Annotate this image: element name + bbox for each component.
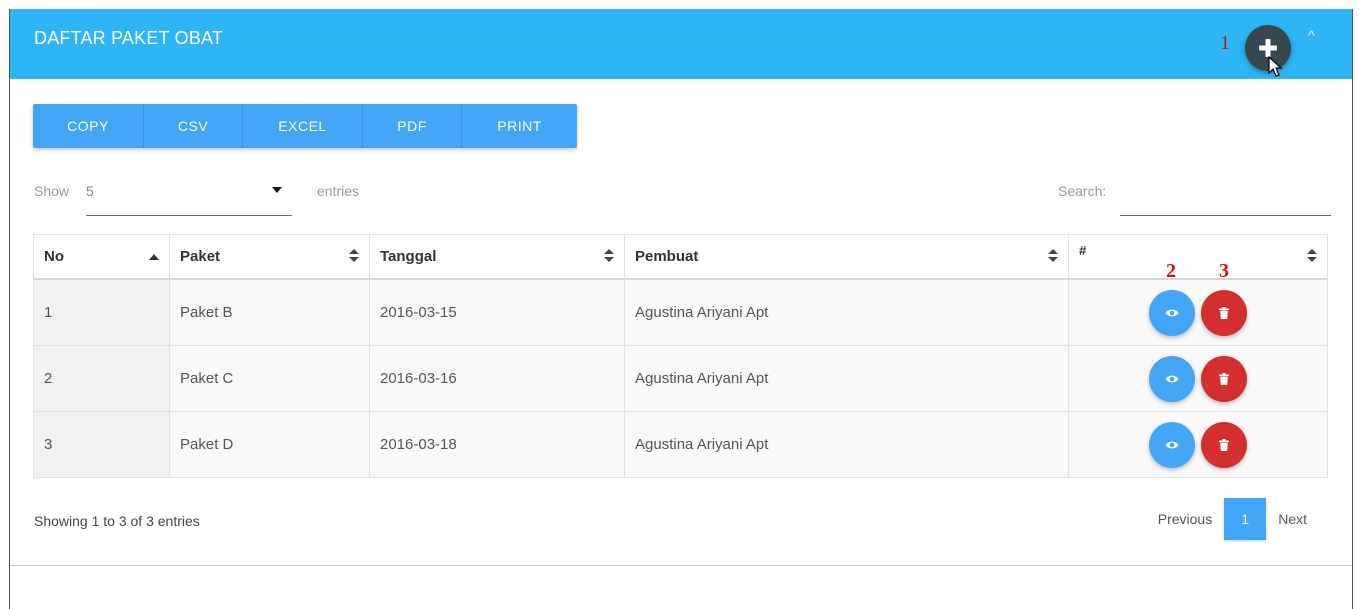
sort-icon (1307, 249, 1317, 263)
eye-icon (1165, 375, 1179, 382)
sort-icon (1048, 249, 1058, 263)
column-label: No (44, 248, 64, 265)
annotation-3: 3 (1219, 260, 1229, 282)
annotation-1: 1 (1220, 32, 1230, 54)
excel-button[interactable]: EXCEL (243, 104, 363, 148)
column-label: Tanggal (380, 248, 437, 265)
pdf-button[interactable]: PDF (363, 104, 462, 148)
column-header-actions[interactable]: # 2 3 (1068, 234, 1328, 282)
collapse-button[interactable]: ^ (1308, 27, 1315, 43)
trash-icon (1219, 372, 1229, 385)
eye-icon (1165, 441, 1179, 448)
caret-down-icon (272, 187, 282, 193)
delete-button[interactable] (1201, 421, 1247, 468)
column-label: # (1079, 243, 1087, 258)
cell-no: 3 (33, 411, 170, 478)
previous-page-link[interactable]: Previous (1146, 511, 1224, 527)
next-page-link[interactable]: Next (1266, 511, 1319, 527)
cell-pembuat: Agustina Ariyani Apt (624, 411, 1069, 478)
cell-tanggal: 2016-03-18 (369, 411, 625, 478)
cell-no: 1 (33, 278, 170, 346)
cell-paket: Paket B (169, 278, 370, 346)
search-label: Search: (1058, 183, 1107, 199)
table-header-row: No Paket Tanggal Pembuat # 2 3 (33, 234, 1328, 282)
entries-label: entries (317, 183, 360, 199)
cell-paket: Paket C (169, 345, 370, 412)
paket-table: No Paket Tanggal Pembuat # 2 3 1 Paket B… (33, 234, 1328, 478)
copy-button[interactable]: COPY (33, 104, 144, 148)
page-1-button[interactable]: 1 (1224, 498, 1267, 540)
trash-icon (1219, 438, 1229, 451)
sort-icon (604, 249, 614, 263)
paket-obat-card: DAFTAR PAKET OBAT 1 ^ COPY CSV EXCEL PDF… (9, 9, 1353, 609)
search-input[interactable] (1120, 185, 1331, 216)
pagination: Previous 1 Next (1146, 498, 1319, 540)
entries-length-select[interactable]: 5 (86, 179, 292, 216)
table-row: 2 Paket C 2016-03-16 Agustina Ariyani Ap… (33, 345, 1328, 412)
cell-actions (1068, 411, 1328, 478)
table-info: Showing 1 to 3 of 3 entries (34, 513, 200, 529)
column-header-paket[interactable]: Paket (169, 234, 370, 280)
csv-button[interactable]: CSV (144, 104, 243, 148)
cell-tanggal: 2016-03-15 (369, 278, 625, 346)
column-header-no[interactable]: No (33, 234, 170, 280)
table-row: 3 Paket D 2016-03-18 Agustina Ariyani Ap… (33, 411, 1328, 478)
delete-button[interactable] (1201, 289, 1247, 336)
cell-no: 2 (33, 345, 170, 412)
delete-button[interactable] (1201, 355, 1247, 402)
cell-actions (1068, 345, 1328, 412)
mouse-cursor-icon (1268, 56, 1283, 77)
table-row: 1 Paket B 2016-03-15 Agustina Ariyani Ap… (33, 278, 1328, 346)
cell-pembuat: Agustina Ariyani Apt (624, 278, 1069, 346)
column-label: Paket (180, 248, 221, 265)
sort-icon (349, 249, 359, 263)
trash-icon (1219, 306, 1229, 319)
annotation-2: 2 (1166, 260, 1176, 282)
sort-asc-icon (149, 254, 159, 260)
eye-icon (1165, 309, 1179, 316)
view-button[interactable] (1149, 421, 1195, 468)
column-label: Pembuat (635, 248, 699, 265)
view-button[interactable] (1149, 355, 1195, 402)
show-label: Show (34, 183, 70, 199)
export-button-group: COPY CSV EXCEL PDF PRINT (33, 104, 577, 148)
divider (10, 565, 1352, 566)
cell-tanggal: 2016-03-16 (369, 345, 625, 412)
cell-paket: Paket D (169, 411, 370, 478)
view-button[interactable] (1149, 289, 1195, 336)
cell-actions (1068, 278, 1328, 346)
column-header-tanggal[interactable]: Tanggal (369, 234, 625, 280)
print-button[interactable]: PRINT (462, 104, 577, 148)
card-title: DAFTAR PAKET OBAT (34, 28, 224, 48)
column-header-pembuat[interactable]: Pembuat (624, 234, 1069, 280)
cell-pembuat: Agustina Ariyani Apt (624, 345, 1069, 412)
entries-length-value: 5 (86, 183, 94, 199)
card-header: DAFTAR PAKET OBAT 1 ^ (10, 9, 1352, 79)
